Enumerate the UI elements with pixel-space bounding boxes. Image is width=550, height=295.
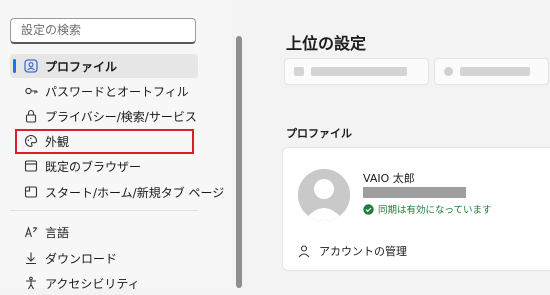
redacted-button-2[interactable] (434, 58, 549, 85)
sidebar-item-privacy[interactable]: プライバシー/検索/サービス (10, 104, 198, 128)
sidebar-item-label: アクセシビリティ (45, 276, 140, 291)
sidebar-item-start-home-newtab[interactable]: スタート/ホーム/新規タブ ページ (10, 180, 224, 204)
sidebar-item-label: 言語 (45, 225, 70, 240)
redacted-email (363, 187, 466, 198)
sidebar-item-passwords[interactable]: パスワードとオートフィル (10, 79, 198, 103)
section-title-profile: プロファイル (286, 127, 352, 140)
language-icon (24, 225, 38, 239)
lock-icon (24, 109, 38, 123)
redacted-icon (444, 67, 453, 76)
highlight-annotation-box (15, 129, 194, 154)
sidebar: 設定の検索 プロファイル パスワードとオートフィル プライバシー/検索/サービス (0, 0, 232, 291)
sync-status-text: 同期は有効になっています (378, 205, 492, 216)
check-circle-icon (363, 203, 374, 215)
selection-indicator (13, 59, 16, 73)
redacted-text (311, 67, 407, 76)
sidebar-item-accessibility[interactable]: アクセシビリティ (10, 271, 198, 295)
browser-icon (24, 159, 38, 173)
sidebar-item-label: プロファイル (45, 59, 118, 74)
profile-icon (24, 59, 38, 73)
avatar[interactable] (298, 169, 350, 221)
redacted-button-1[interactable] (284, 58, 429, 85)
sidebar-divider (10, 210, 198, 211)
page-title: 上位の設定 (286, 34, 367, 53)
sidebar-item-languages[interactable]: 言語 (10, 220, 198, 244)
key-icon (24, 84, 38, 98)
manage-account-label: アカウントの管理 (319, 245, 407, 258)
sidebar-item-default-browser[interactable]: 既定のブラウザー (10, 154, 198, 178)
sidebar-item-downloads[interactable]: ダウンロード (10, 246, 198, 270)
redacted-icon (294, 67, 304, 76)
sidebar-scrollbar-thumb[interactable] (236, 36, 242, 288)
sidebar-item-label: 既定のブラウザー (45, 159, 142, 174)
search-input[interactable]: 設定の検索 (10, 18, 196, 44)
user-name: VAIO 太郎 (363, 172, 415, 185)
home-icon (24, 185, 38, 199)
manage-account-row[interactable]: アカウントの管理 (283, 232, 550, 270)
main-content: 上位の設定 プロファイル VAIO 太郎 同期は有効になっています アカウントの… (244, 0, 550, 288)
sidebar-item-label: プライバシー/検索/サービス (45, 109, 197, 124)
person-icon (297, 244, 311, 258)
sidebar-item-label: パスワードとオートフィル (45, 84, 189, 99)
redacted-text (460, 67, 530, 76)
download-icon (24, 251, 38, 265)
profile-card: VAIO 太郎 同期は有効になっています アカウントの管理 (282, 147, 550, 271)
sync-status: 同期は有効になっています (363, 202, 492, 216)
sidebar-item-profile[interactable]: プロファイル (10, 54, 198, 78)
avatar-person-icon (298, 169, 350, 221)
sidebar-item-label: ダウンロード (45, 251, 118, 266)
sidebar-item-label: スタート/ホーム/新規タブ ページ (45, 185, 225, 200)
